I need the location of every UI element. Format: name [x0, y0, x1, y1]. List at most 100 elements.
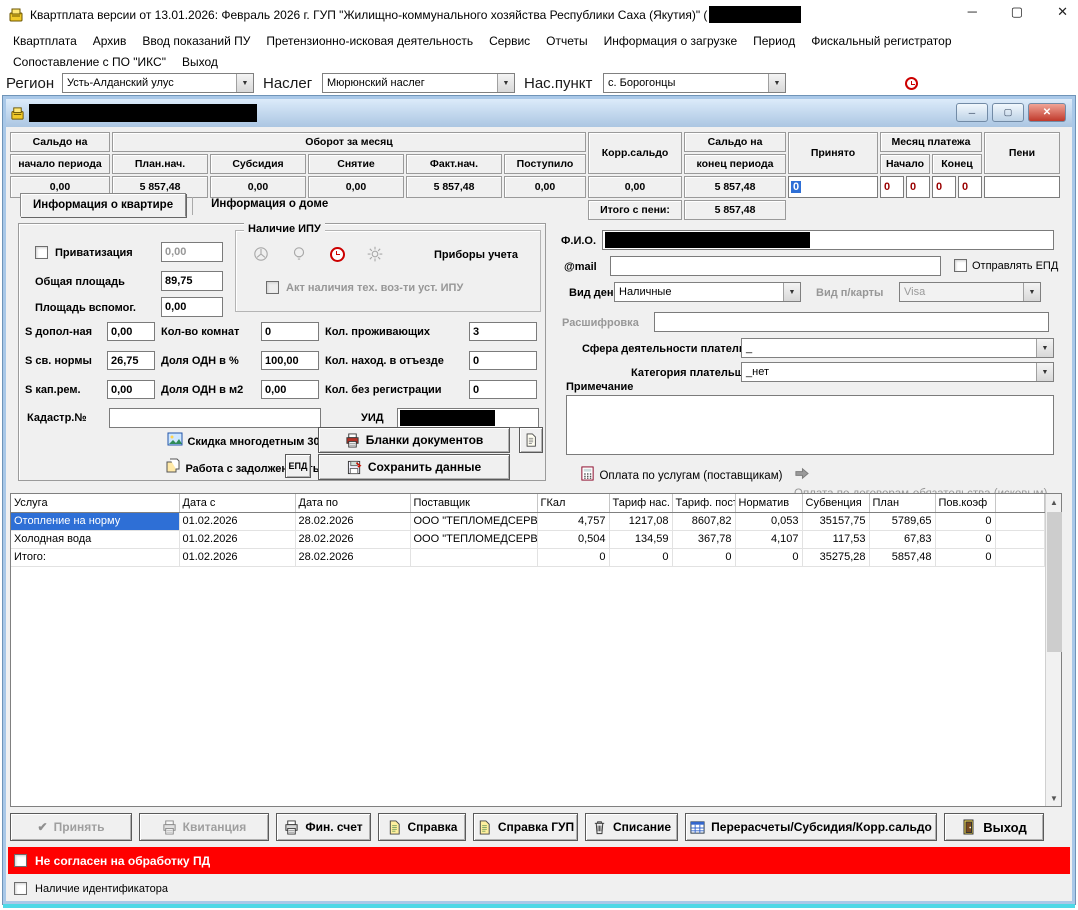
table-cell[interactable]: 134,59: [609, 530, 672, 548]
table-cell[interactable]: Итого:: [11, 548, 179, 566]
pay-by-services-link[interactable]: Оплата по услугам (поставщикам): [580, 466, 782, 484]
residents-input[interactable]: [469, 322, 537, 341]
uid-input[interactable]: [397, 408, 539, 428]
consent-checkbox[interactable]: [14, 854, 27, 867]
document-preview-button[interactable]: [519, 427, 543, 453]
epd-button[interactable]: ЕПД: [285, 454, 311, 478]
scroll-down-icon[interactable]: ▼: [1046, 790, 1063, 806]
dropdown-icon[interactable]: ▼: [1036, 363, 1053, 381]
table-cell[interactable]: 0: [672, 548, 735, 566]
table-cell[interactable]: 367,78: [672, 530, 735, 548]
rooms-input[interactable]: [261, 322, 319, 341]
column-header[interactable]: Дата с: [179, 494, 295, 512]
table-cell[interactable]: ООО "ТЕПЛОМЕДСЕРВИ: [410, 512, 537, 530]
away-input[interactable]: [469, 351, 537, 370]
table-cell[interactable]: 8607,82: [672, 512, 735, 530]
accept-button[interactable]: ✔ Принять: [10, 813, 132, 841]
table-cell[interactable]: 0: [935, 530, 995, 548]
table-cell[interactable]: 5857,48: [869, 548, 935, 566]
close-button[interactable]: ✕: [1057, 4, 1068, 20]
menu-reports[interactable]: Отчеты: [539, 32, 594, 50]
money-type-select[interactable]: Наличные ▼: [614, 282, 801, 302]
table-cell[interactable]: 01.02.2026: [179, 512, 295, 530]
table-cell[interactable]: 0: [609, 548, 672, 566]
table-cell[interactable]: Холодная вода: [11, 530, 179, 548]
mdi-close-button[interactable]: ✕: [1028, 103, 1066, 122]
menu-archive[interactable]: Архив: [86, 32, 134, 50]
s-add-input[interactable]: [107, 322, 155, 341]
recalc-subsidy-button[interactable]: Перерасчеты/Субсидия/Корр.сальдо: [685, 813, 937, 841]
table-cell[interactable]: 0: [735, 548, 802, 566]
nasleg-select[interactable]: Мюрюнский наслег ▼: [322, 73, 515, 93]
decode-input[interactable]: [654, 312, 1049, 332]
s-over-input[interactable]: [107, 351, 155, 370]
menu-service[interactable]: Сервис: [482, 32, 537, 50]
table-cell[interactable]: Отопление на норму: [11, 512, 179, 530]
aux-area-input[interactable]: [161, 297, 223, 317]
sphere-select[interactable]: _ ▼: [741, 338, 1054, 358]
table-cell[interactable]: 01.02.2026: [179, 530, 295, 548]
vertical-scrollbar[interactable]: ▲ ▼: [1045, 494, 1062, 806]
dropdown-icon[interactable]: ▼: [1036, 339, 1053, 357]
column-header[interactable]: Пов.коэф: [935, 494, 995, 512]
document-forms-button[interactable]: Бланки документов: [318, 427, 510, 453]
category-select[interactable]: _нет ▼: [741, 362, 1054, 382]
table-cell[interactable]: 35157,75: [802, 512, 869, 530]
month-end-input-1[interactable]: [932, 176, 956, 198]
column-header[interactable]: ГКал: [537, 494, 609, 512]
menu-meter-readings[interactable]: Ввод показаний ПУ: [135, 32, 257, 50]
table-cell[interactable]: 117,53: [802, 530, 869, 548]
table-cell[interactable]: 0,504: [537, 530, 609, 548]
tab-house-info[interactable]: Информация о доме: [199, 193, 340, 215]
month-end-input-2[interactable]: [958, 176, 982, 198]
table-cell[interactable]: 0: [537, 548, 609, 566]
menu-load-info[interactable]: Информация о загрузке: [597, 32, 744, 50]
table-cell[interactable]: 01.02.2026: [179, 548, 295, 566]
total-area-input[interactable]: [161, 271, 223, 291]
month-start-input-2[interactable]: [906, 176, 930, 198]
save-data-button[interactable]: Сохранить данные: [318, 454, 510, 480]
maximize-button[interactable]: ▢: [1011, 4, 1023, 20]
privatization-input[interactable]: [161, 242, 223, 262]
table-cell[interactable]: ООО "ТЕПЛОМЕДСЕРВИ: [410, 530, 537, 548]
menu-iks[interactable]: Сопоставление с ПО "ИКС": [6, 53, 173, 71]
certificate-gup-button[interactable]: Справка ГУП: [473, 813, 578, 841]
table-cell[interactable]: 0: [935, 512, 995, 530]
column-header[interactable]: Норматив: [735, 494, 802, 512]
dropdown-icon[interactable]: ▼: [236, 74, 253, 92]
scroll-up-icon[interactable]: ▲: [1046, 494, 1063, 510]
mdi-maximize-button[interactable]: ▢: [992, 103, 1024, 122]
column-header[interactable]: Услуга: [11, 494, 179, 512]
column-header[interactable]: Субвенция: [802, 494, 869, 512]
table-cell[interactable]: [410, 548, 537, 566]
table-cell[interactable]: 28.02.2026: [295, 530, 410, 548]
table-cell[interactable]: 5789,65: [869, 512, 935, 530]
accepted-input[interactable]: 0: [788, 176, 878, 198]
column-header[interactable]: План: [869, 494, 935, 512]
note-textarea[interactable]: [566, 395, 1054, 455]
dropdown-icon[interactable]: ▼: [783, 283, 800, 301]
certificate-button[interactable]: Справка: [378, 813, 466, 841]
fio-input[interactable]: [602, 230, 1054, 250]
dropdown-icon[interactable]: ▼: [497, 74, 514, 92]
table-cell[interactable]: 4,107: [735, 530, 802, 548]
card-type-select[interactable]: Visa ▼: [899, 282, 1041, 302]
ipu-act-checkbox[interactable]: [266, 281, 279, 294]
privatization-checkbox[interactable]: [35, 246, 48, 259]
odn-m2-input[interactable]: [261, 380, 319, 399]
fin-account-button[interactable]: Фин. счет: [276, 813, 371, 841]
table-cell[interactable]: 4,757: [537, 512, 609, 530]
exit-button[interactable]: Выход: [944, 813, 1044, 841]
menu-exit[interactable]: Выход: [175, 53, 225, 71]
tab-apartment-info[interactable]: Информация о квартире: [20, 193, 186, 217]
month-start-input-1[interactable]: [880, 176, 904, 198]
scrollbar-thumb[interactable]: [1047, 512, 1062, 652]
menu-period[interactable]: Период: [746, 32, 802, 50]
table-cell[interactable]: 0: [935, 548, 995, 566]
table-cell[interactable]: 1217,08: [609, 512, 672, 530]
column-header[interactable]: Дата по: [295, 494, 410, 512]
minimize-button[interactable]: ─: [968, 4, 977, 20]
table-cell[interactable]: 0,053: [735, 512, 802, 530]
writeoff-button[interactable]: Списание: [585, 813, 678, 841]
menu-claims[interactable]: Претензионно-исковая деятельность: [259, 32, 480, 50]
